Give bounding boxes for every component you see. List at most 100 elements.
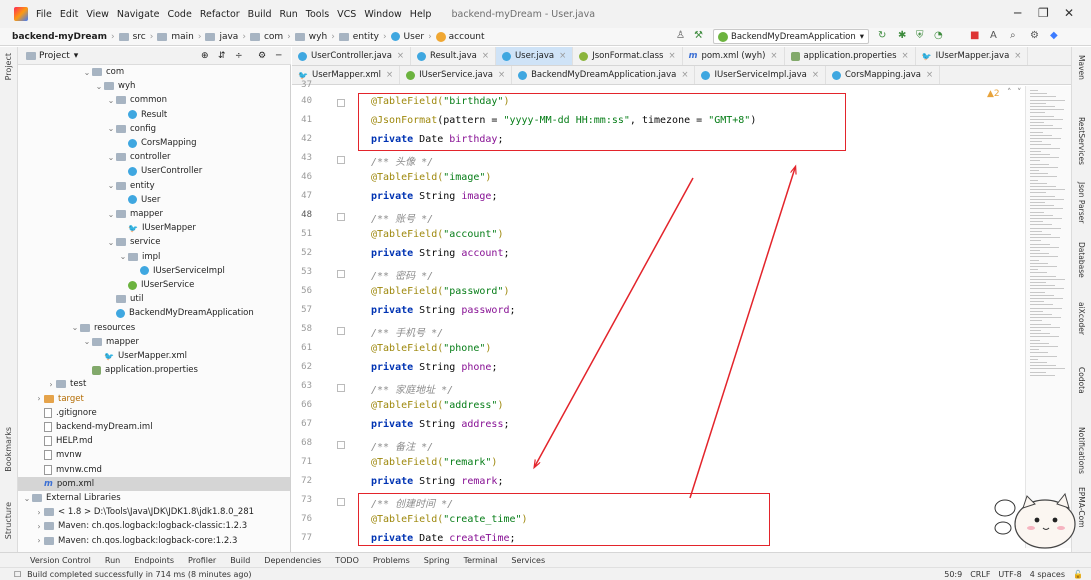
right-tool-tab[interactable]: RestServices (1077, 117, 1086, 165)
fold-marker-icon[interactable] (337, 384, 345, 392)
tool-tab-build[interactable]: Build (230, 556, 250, 565)
tree-node[interactable]: util (18, 292, 290, 306)
tree-node[interactable]: mvnw.cmd (18, 463, 290, 477)
tree-node[interactable]: UserController (18, 164, 290, 178)
status-message[interactable]: Build completed successfully in 714 ms (… (27, 570, 251, 579)
close-tab-icon[interactable]: × (498, 70, 505, 80)
hide-panel-icon[interactable]: ─ (276, 51, 281, 61)
right-tool-tab[interactable]: Database (1077, 242, 1086, 278)
indent-setting[interactable]: 4 spaces (1030, 570, 1065, 579)
fold-marker-icon[interactable] (337, 441, 345, 449)
tree-node[interactable]: 🐦 IUserMapper (18, 221, 290, 235)
close-tab-icon[interactable]: × (926, 70, 933, 80)
tool-tab-run[interactable]: Run (105, 556, 120, 565)
gear-icon[interactable]: ⚙ (1030, 30, 1039, 41)
tree-node[interactable]: application.properties (18, 363, 290, 377)
chevron-down-icon[interactable]: ⌄ (70, 323, 80, 332)
code-editor[interactable]: ▲2 ˄ ˅ @TableField("birthday") @JsonForma… (345, 86, 1025, 548)
expand-all-icon[interactable]: ÷ (235, 51, 243, 61)
close-tab-icon[interactable]: × (668, 51, 675, 61)
fold-marker-icon[interactable] (337, 99, 345, 107)
menu-window[interactable]: Window (364, 9, 401, 20)
lock-icon[interactable]: 🔓 (1073, 570, 1083, 579)
menu-view[interactable]: View (86, 9, 109, 20)
tree-node[interactable]: ⌄ service (18, 235, 290, 249)
tree-node[interactable]: Result (18, 108, 290, 122)
chevron-down-icon[interactable]: ⌄ (22, 494, 32, 503)
chevron-down-icon[interactable]: ˅ (1017, 88, 1022, 98)
fold-marker-icon[interactable] (337, 156, 345, 164)
breadcrumb-item[interactable]: main (157, 32, 194, 42)
close-tab-icon[interactable]: × (812, 70, 819, 80)
run-configuration-select[interactable]: BackendMyDreamApplication ▾ (713, 29, 869, 44)
tool-tab-services[interactable]: Services (511, 556, 545, 565)
chevron-down-icon[interactable]: ⌄ (82, 337, 92, 346)
close-tab-icon[interactable]: × (1014, 51, 1021, 61)
menu-navigate[interactable]: Navigate (117, 9, 160, 20)
tree-node[interactable]: ⌄ External Libraries (18, 491, 290, 505)
close-tab-icon[interactable]: × (482, 51, 489, 61)
chevron-down-icon[interactable]: ⌄ (82, 68, 92, 77)
close-tab-icon[interactable]: × (386, 70, 393, 80)
file-encoding[interactable]: UTF-8 (998, 570, 1021, 579)
chevron-right-icon[interactable]: › (34, 536, 44, 545)
tree-node[interactable]: ⌄ mapper (18, 207, 290, 221)
breadcrumb-item[interactable]: account (435, 31, 485, 42)
chevron-down-icon[interactable]: ⌄ (106, 96, 116, 105)
line-separator[interactable]: CRLF (970, 570, 990, 579)
chevron-down-icon[interactable]: ▾ (74, 51, 79, 61)
chevron-down-icon[interactable]: ⌄ (106, 153, 116, 162)
collapse-all-icon[interactable]: ⇵ (218, 51, 226, 61)
menu-build[interactable]: Build (248, 9, 272, 20)
menu-run[interactable]: Run (280, 9, 298, 20)
stop-icon[interactable]: ■ (970, 30, 979, 41)
tree-node[interactable]: IUserServiceImpl (18, 264, 290, 278)
chevron-down-icon[interactable]: ⌄ (106, 210, 116, 219)
coverage-icon[interactable]: ⛨ (916, 30, 924, 41)
right-tool-tab[interactable]: Codota (1077, 367, 1086, 394)
menu-file[interactable]: File (36, 9, 52, 20)
tree-node[interactable]: HELP.md (18, 434, 290, 448)
caret-position[interactable]: 50:9 (944, 570, 962, 579)
breadcrumb-item[interactable]: wyh (294, 32, 327, 42)
project-tool-tab[interactable]: Project (4, 53, 13, 80)
editor-tab[interactable]: IUserServiceImpl.java × (695, 66, 826, 84)
breadcrumb-item[interactable]: backend-myDream (12, 32, 107, 42)
menu-code[interactable]: Code (167, 9, 191, 20)
tree-node[interactable]: User (18, 193, 290, 207)
tree-node[interactable]: › Maven: ch.qos.logback:logback-classic:1… (18, 519, 290, 533)
chevron-down-icon[interactable]: ⌄ (106, 124, 116, 133)
right-tool-tab[interactable]: aiXcoder (1077, 302, 1086, 335)
close-tab-icon[interactable]: × (397, 51, 404, 61)
breadcrumb-item[interactable]: User (390, 32, 424, 42)
event-log-icon[interactable]: ☐ (14, 570, 21, 579)
tree-node[interactable]: ⌄ wyh (18, 79, 290, 93)
breadcrumb-item[interactable]: java (205, 32, 238, 42)
chevron-right-icon[interactable]: › (34, 508, 44, 517)
chevron-down-icon[interactable]: ⌄ (106, 181, 116, 190)
tree-node[interactable]: › target (18, 392, 290, 406)
tree-node[interactable]: m pom.xml (18, 476, 290, 491)
tree-node[interactable]: ⌄ mapper (18, 335, 290, 349)
tree-node[interactable]: ⌄ common (18, 93, 290, 107)
tree-node[interactable]: 🐦 UserMapper.xml (18, 349, 290, 363)
editor-tab[interactable]: IUserService.java × (400, 66, 513, 84)
close-tab-icon[interactable]: × (770, 51, 777, 61)
fold-marker-icon[interactable] (337, 327, 345, 335)
tree-node[interactable]: ⌄ entity (18, 179, 290, 193)
close-tab-icon[interactable]: × (681, 70, 688, 80)
gear-icon[interactable]: ⚙ (258, 51, 266, 61)
menu-edit[interactable]: Edit (60, 9, 78, 20)
editor-tab[interactable]: CorsMapping.java × (826, 66, 941, 84)
right-tool-tab[interactable]: Maven (1077, 55, 1086, 80)
tree-node[interactable]: .gitignore (18, 406, 290, 420)
chevron-right-icon[interactable]: › (46, 380, 56, 389)
menu-vcs[interactable]: VCS (337, 9, 356, 20)
project-panel-title[interactable]: Project (39, 51, 70, 61)
close-icon[interactable]: ✕ (1064, 6, 1074, 20)
tool-tab-dependencies[interactable]: Dependencies (264, 556, 321, 565)
editor-tab[interactable]: User.java × (495, 47, 574, 65)
chevron-right-icon[interactable]: › (34, 522, 44, 531)
tool-tab-todo[interactable]: TODO (335, 556, 359, 565)
plugin-icon[interactable]: ◆ (1050, 30, 1058, 41)
